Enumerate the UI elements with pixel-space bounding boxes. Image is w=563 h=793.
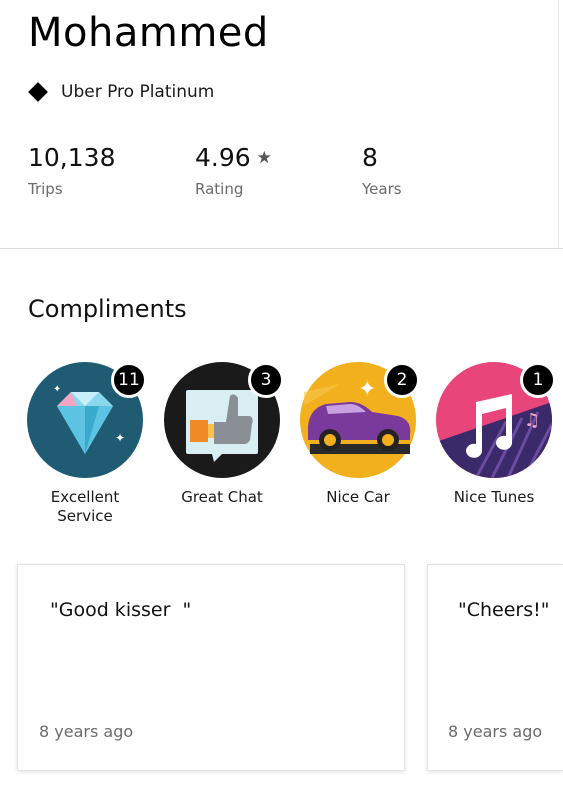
stat-years-label: Years [362, 180, 402, 198]
compliment-count-badge: 2 [384, 362, 420, 398]
tier-label: Uber Pro Platinum [61, 82, 215, 102]
stat-years-value: 8 [362, 143, 378, 172]
stat-trips-value: 10,138 [28, 143, 116, 172]
diamond-icon [28, 82, 48, 102]
compliment-count-badge: 1 [520, 362, 556, 398]
comment-time: 8 years ago [448, 722, 543, 741]
comment-time: 8 years ago [39, 722, 134, 741]
compliment-count-badge: 3 [248, 362, 284, 398]
stat-trips-label: Trips [28, 180, 63, 198]
stat-trips: 10,138 Trips [28, 143, 115, 198]
compliment-nice-tunes[interactable]: ♫ 1 Nice Tunes [424, 362, 563, 507]
tier-badge: Uber Pro Platinum [28, 82, 214, 102]
compliment-label: Great Chat [181, 488, 263, 506]
compliment-label: Excellent Service [50, 488, 120, 525]
comment-quote: "Good kisser " [50, 599, 192, 621]
compliment-nice-car[interactable]: ✦ 2 Nice Car [288, 362, 428, 507]
stat-rating-label: Rating [195, 180, 244, 198]
profile-header: Mohammed Uber Pro Platinum 10,138 Trips … [0, 0, 563, 249]
compliment-great-chat[interactable]: 3 Great Chat [152, 362, 292, 507]
stat-rating: 4.96 ★ Rating [195, 143, 272, 198]
stat-rating-value: 4.96 [195, 143, 251, 172]
comment-card[interactable]: "Cheers!" 8 years ago [427, 564, 563, 771]
svg-text:✦: ✦ [115, 431, 125, 445]
svg-text:♫: ♫ [524, 410, 540, 431]
svg-text:✦: ✦ [53, 384, 61, 395]
compliment-label: Nice Tunes [453, 488, 535, 506]
compliment-label: Nice Car [326, 488, 390, 506]
compliment-count-badge: 11 [111, 362, 147, 398]
compliment-excellent-service[interactable]: ✦ ✦ 11 Excellent Service [15, 362, 155, 526]
compliments-title: Compliments [28, 295, 187, 323]
divider [558, 0, 559, 248]
stat-years: 8 Years [362, 143, 402, 198]
comment-quote: "Cheers!" [458, 599, 550, 621]
comment-card[interactable]: "Good kisser " 8 years ago [17, 564, 405, 771]
svg-text:✦: ✦ [358, 377, 376, 402]
star-icon: ★ [256, 147, 272, 168]
driver-name: Mohammed [28, 10, 269, 56]
